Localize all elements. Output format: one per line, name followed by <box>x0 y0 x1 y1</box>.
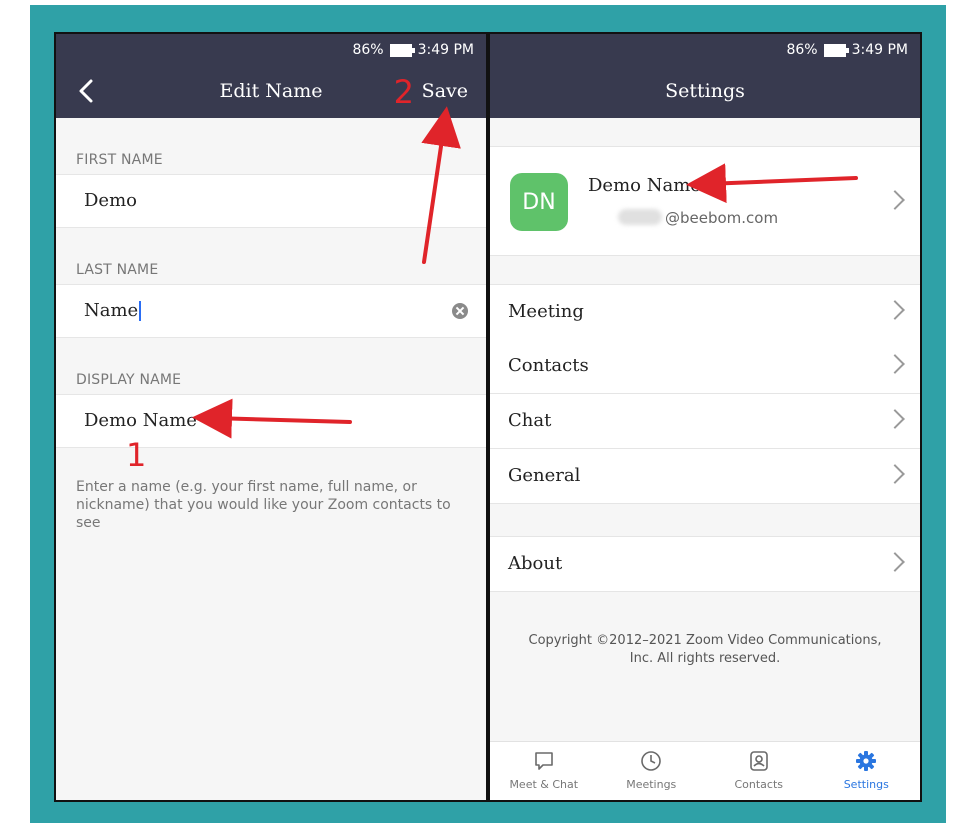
status-time: 3:49 PM <box>851 42 908 58</box>
tab-contacts[interactable]: Contacts <box>705 742 813 800</box>
menu-item-label: Meeting <box>508 301 584 322</box>
tab-label: Settings <box>843 778 889 791</box>
battery-percent: 86% <box>786 42 818 58</box>
chevron-right-icon <box>885 300 905 320</box>
annotation-one: 1 <box>126 436 147 474</box>
gear-icon <box>856 751 877 771</box>
settings-screen: 86% 3:49 PM Settings DN Demo Name @beebo… <box>490 34 920 800</box>
status-time: 3:49 PM <box>417 42 474 58</box>
menu-item-label: Chat <box>508 410 552 431</box>
tab-settings[interactable]: Settings <box>813 742 921 800</box>
avatar: DN <box>510 173 568 231</box>
last-name-value: Name <box>84 300 139 321</box>
last-name-field[interactable]: Name <box>56 284 486 338</box>
tab-label: Meetings <box>626 778 677 791</box>
battery-icon <box>823 43 849 57</box>
menu-item-contacts[interactable]: Contacts <box>490 339 920 394</box>
menu-item-label: About <box>508 553 563 574</box>
chevron-right-icon <box>885 190 905 210</box>
settings-menu: Meeting Contacts Chat General <box>490 284 920 504</box>
chevron-right-icon <box>885 464 905 484</box>
screens-container: 86% 3:49 PM Edit Name Save 2 FIRST NAME … <box>54 32 922 802</box>
display-name-helper-text: Enter a name (e.g. your first name, full… <box>76 479 451 531</box>
tab-meetings[interactable]: Meetings <box>598 742 706 800</box>
clear-icon[interactable] <box>452 303 468 319</box>
profile-name: Demo Name <box>588 175 701 196</box>
battery-percent: 86% <box>352 42 384 58</box>
clock-icon <box>641 751 662 771</box>
chevron-right-icon <box>885 552 905 572</box>
menu-item-general[interactable]: General <box>490 449 920 504</box>
tab-label: Contacts <box>734 778 784 791</box>
menu-item-chat[interactable]: Chat <box>490 394 920 449</box>
battery-icon <box>389 43 415 57</box>
first-name-label: FIRST NAME <box>76 152 163 168</box>
display-name-field[interactable]: Demo Name <box>56 394 486 448</box>
page-title: Settings <box>665 80 745 102</box>
first-name-field[interactable]: Demo <box>56 174 486 228</box>
menu-item-meeting[interactable]: Meeting <box>490 284 920 340</box>
text-cursor <box>139 301 142 321</box>
contact-card-icon <box>749 751 768 771</box>
first-name-value: Demo <box>84 190 137 211</box>
annotation-two: 2 <box>393 73 414 111</box>
profile-card[interactable]: DN Demo Name @beebom.com <box>490 146 920 256</box>
display-name-label: DISPLAY NAME <box>76 372 182 388</box>
tab-label: Meet & Chat <box>509 778 579 791</box>
status-bar: 86% 3:49 PM <box>352 42 474 58</box>
menu-item-about[interactable]: About <box>490 536 920 592</box>
chevron-right-icon <box>885 354 905 374</box>
profile-email: @beebom.com <box>665 209 779 227</box>
status-bar: 86% 3:49 PM <box>786 42 908 58</box>
edit-name-screen: 86% 3:49 PM Edit Name Save 2 FIRST NAME … <box>56 34 486 800</box>
display-name-value: Demo Name <box>84 410 197 431</box>
chat-bubble-icon <box>534 752 553 770</box>
settings-header: 86% 3:49 PM Settings <box>490 34 920 118</box>
last-name-value-wrap: Name <box>84 300 142 321</box>
chevron-right-icon <box>885 409 905 429</box>
save-button[interactable]: Save <box>422 80 468 102</box>
copyright-text: Copyright ©2012–2021 Zoom Video Communic… <box>528 633 882 666</box>
menu-item-label: Contacts <box>508 355 589 376</box>
tab-meet-chat[interactable]: Meet & Chat <box>490 742 598 800</box>
edit-name-header: 86% 3:49 PM Edit Name Save 2 <box>56 34 486 118</box>
email-blur <box>618 209 662 225</box>
menu-item-label: General <box>508 465 581 486</box>
bottom-tab-bar: Meet & Chat Meetings Contacts Settings <box>490 741 920 800</box>
last-name-label: LAST NAME <box>76 262 159 278</box>
